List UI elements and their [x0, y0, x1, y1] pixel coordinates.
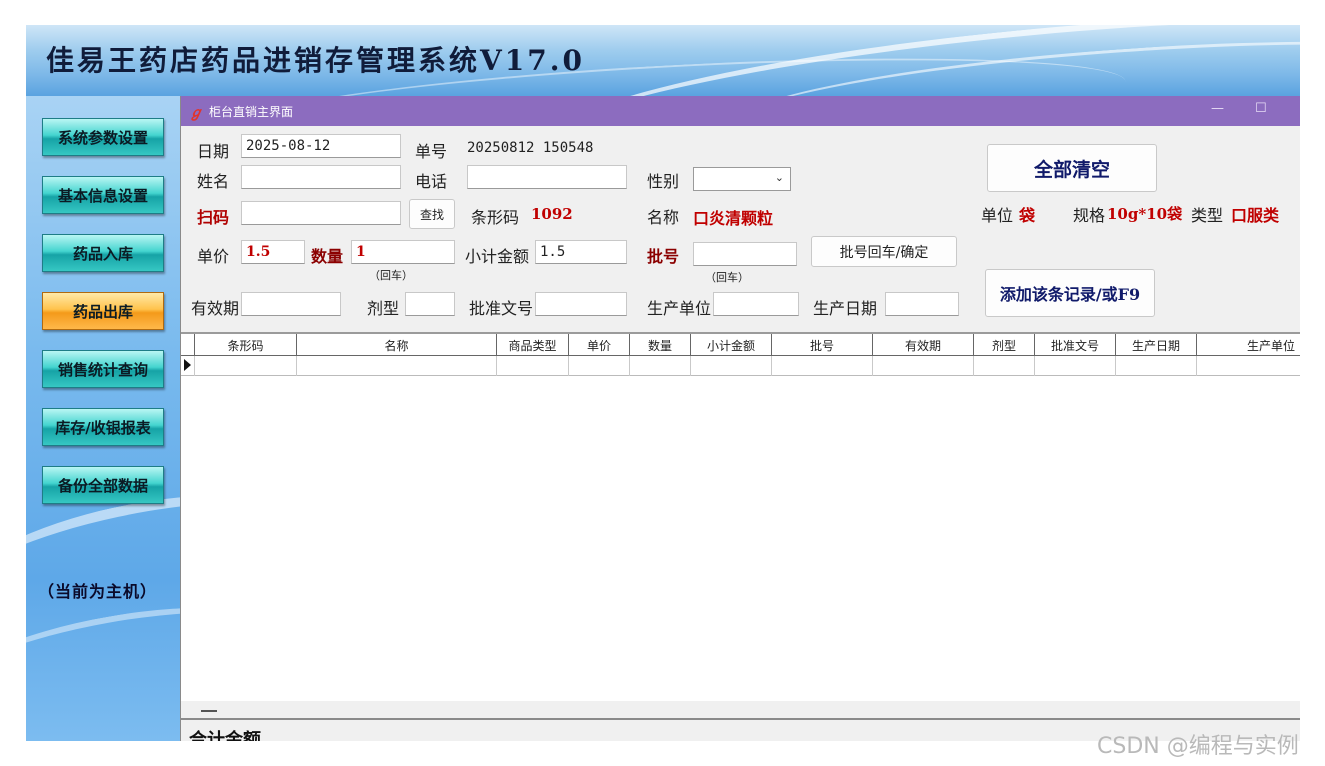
barcode-value: 1092	[531, 205, 573, 223]
add-record-button[interactable]: 添加该条记录/或F9	[985, 269, 1155, 317]
expiry-label: 有效期	[191, 299, 240, 318]
spec-value: 10g*10袋	[1107, 205, 1183, 223]
date-input[interactable]: 2025-08-12	[241, 134, 401, 158]
row-header-corner	[181, 334, 195, 356]
window-title: 柜台直销主界面	[209, 105, 294, 119]
unit-value: 袋	[1019, 206, 1036, 225]
manufacturer-input[interactable]	[713, 292, 799, 316]
manufacturer-label: 生产单位	[647, 299, 712, 318]
dosage-label: 剂型	[367, 299, 400, 318]
gender-select[interactable]: ⌄	[693, 167, 791, 191]
subtotal-input[interactable]: 1.5	[535, 240, 627, 264]
window-titlebar: ℊ 柜台直销主界面 — ☐	[181, 96, 1300, 126]
table-header: 条形码 名称 商品类型 单价 数量 小计金额 批号 有效期 剂型 批准文号 生产…	[181, 334, 1300, 356]
dosage-input[interactable]	[405, 292, 455, 316]
column-header-product-type[interactable]: 商品类型	[497, 334, 569, 356]
barcode-label: 条形码	[471, 208, 520, 227]
order-no-label: 单号	[415, 142, 448, 161]
type-label: 类型	[1191, 206, 1224, 225]
date-label: 日期	[197, 142, 230, 161]
expiry-input[interactable]	[241, 292, 341, 316]
approval-input[interactable]	[535, 292, 627, 316]
spec-label: 规格	[1073, 206, 1106, 225]
clear-all-button[interactable]: 全部清空	[987, 144, 1157, 192]
column-header-name[interactable]: 名称	[297, 334, 497, 356]
sidebar-item-sales-query[interactable]: 销售统计查询	[42, 350, 164, 388]
phone-input[interactable]	[467, 165, 627, 189]
current-row-arrow-icon	[184, 359, 191, 371]
type-value: 口服类	[1231, 206, 1280, 225]
qty-hint: （回车）	[369, 269, 413, 282]
app-logo-icon: ℊ	[189, 105, 203, 121]
column-header-expiry[interactable]: 有效期	[873, 334, 974, 356]
column-header-qty[interactable]: 数量	[630, 334, 691, 356]
approval-label: 批准文号	[469, 299, 534, 318]
product-name-label: 名称	[647, 208, 680, 227]
table-row[interactable]	[181, 356, 1300, 376]
name-input[interactable]	[241, 165, 401, 189]
sales-table[interactable]: 条形码 名称 商品类型 单价 数量 小计金额 批号 有效期 剂型 批准文号 生产…	[181, 332, 1300, 726]
sidebar-item-stock-out[interactable]: 药品出库	[42, 292, 164, 330]
price-label: 单价	[197, 247, 230, 266]
qty-label: 数量	[311, 247, 344, 266]
column-header-dosage[interactable]: 剂型	[974, 334, 1035, 356]
qty-input[interactable]: 1	[351, 240, 455, 264]
column-header-batch[interactable]: 批号	[772, 334, 873, 356]
order-no-value: 20250812 150548	[467, 140, 594, 156]
find-button[interactable]: 查找	[409, 199, 455, 229]
host-status-label: （当前为主机）	[38, 582, 158, 601]
column-header-approval[interactable]: 批准文号	[1035, 334, 1116, 356]
batch-input[interactable]	[693, 242, 797, 266]
unit-label: 单位	[981, 206, 1014, 225]
subtotal-label: 小计金额	[465, 247, 530, 266]
gender-label: 性别	[647, 172, 680, 191]
column-header-price[interactable]: 单价	[569, 334, 630, 356]
product-name-value: 口炎清颗粒	[693, 209, 774, 228]
column-header-barcode[interactable]: 条形码	[195, 334, 297, 356]
phone-label: 电话	[415, 172, 448, 191]
scan-label: 扫码	[197, 208, 230, 227]
scan-input[interactable]	[241, 201, 401, 225]
maximize-icon[interactable]: ☐	[1255, 101, 1267, 116]
watermark: CSDN @编程与实例	[1097, 734, 1299, 759]
header-banner: 佳易王药店药品进销存管理系统V17.0	[26, 25, 1300, 96]
batch-hint: （回车）	[705, 271, 749, 284]
column-header-subtotal[interactable]: 小计金额	[691, 334, 772, 356]
minimize-icon[interactable]: —	[1211, 101, 1224, 116]
app-window: 佳易王药店药品进销存管理系统V17.0 系统参数设置 基本信息设置 药品入库 药…	[26, 25, 1300, 741]
sidebar-item-system-settings[interactable]: 系统参数设置	[42, 118, 164, 156]
sidebar-item-basic-info[interactable]: 基本信息设置	[42, 176, 164, 214]
sidebar-item-stock-in[interactable]: 药品入库	[42, 234, 164, 272]
sidebar: 系统参数设置 基本信息设置 药品入库 药品出库 销售统计查询 库存/收银报表 备…	[26, 96, 180, 741]
column-header-mfg-date[interactable]: 生产日期	[1116, 334, 1197, 356]
sidebar-item-inventory-report[interactable]: 库存/收银报表	[42, 408, 164, 446]
app-title: 佳易王药店药品进销存管理系统V17.0	[46, 44, 585, 77]
mfg-date-input[interactable]	[885, 292, 959, 316]
total-amount-label: 合计金额	[189, 730, 261, 741]
name-label: 姓名	[197, 172, 230, 191]
mfg-date-label: 生产日期	[813, 299, 878, 318]
batch-confirm-button[interactable]: 批号回车/确定	[811, 236, 957, 267]
price-input[interactable]: 1.5	[241, 240, 305, 264]
sidebar-item-backup[interactable]: 备份全部数据	[42, 466, 164, 504]
column-header-manufacturer[interactable]: 生产单位	[1197, 334, 1300, 356]
chevron-down-icon: ⌄	[774, 171, 784, 184]
batch-label: 批号	[647, 247, 680, 266]
sales-window: ℊ 柜台直销主界面 — ☐ 日期 2025-08-12 单号 20250812 …	[180, 96, 1300, 741]
